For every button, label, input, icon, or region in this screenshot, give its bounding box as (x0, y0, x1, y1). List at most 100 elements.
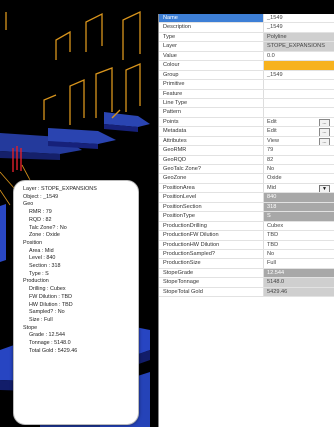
property-value-text: Edit (267, 128, 277, 135)
property-value[interactable]: View... (264, 137, 334, 146)
property-value-text: STOPE_EXPANSIONS (267, 43, 325, 50)
property-value[interactable]: 0.0 (264, 52, 334, 60)
property-row[interactable]: PositionType S (159, 212, 334, 222)
property-name: Name (159, 14, 264, 23)
ellipsis-button[interactable]: ... (319, 137, 330, 146)
property-value[interactable]: 5429.46 (264, 287, 334, 297)
property-name: Type (159, 32, 264, 42)
property-row[interactable]: GeoRMR 79 (159, 146, 334, 156)
tooltip-line: Tonnage : 5148.0 (29, 340, 71, 347)
property-row[interactable]: Description _1549 (159, 23, 334, 33)
tooltip-line: Sampled? : No (29, 309, 65, 316)
property-row[interactable]: Attributes View... (159, 136, 334, 147)
property-value[interactable]: Edit... (264, 118, 334, 127)
tooltip-line: RMR : 79 (29, 209, 52, 216)
property-value[interactable]: Cubex (264, 222, 334, 230)
property-row[interactable]: Group _1549 (159, 70, 334, 81)
property-name: ProductionSampled? (159, 249, 264, 259)
tooltip-line: FW Dilution : TBD (29, 293, 73, 300)
property-row[interactable]: Value 0.0 (159, 51, 334, 62)
property-value[interactable]: TBD (264, 231, 334, 239)
tooltip-line: Position (23, 239, 43, 246)
property-value-text: Mid (267, 184, 277, 191)
property-name: PositionType (159, 212, 264, 221)
property-name: GeoRMR (159, 146, 264, 155)
property-value-text: _1549 (267, 24, 283, 31)
property-value[interactable]: 79 (264, 146, 334, 154)
property-row[interactable]: ProductionSize Full (159, 259, 334, 269)
property-value[interactable]: No (264, 250, 334, 258)
chevron-down-icon[interactable]: ▼ (319, 184, 330, 193)
property-name: ProductionSize (159, 259, 264, 268)
property-value[interactable]: No (264, 165, 334, 173)
property-value-text: TBD (267, 232, 279, 239)
property-row[interactable]: Layer STOPE_EXPANSIONS (159, 42, 334, 52)
property-row[interactable]: Primitive (159, 80, 334, 90)
property-value[interactable]: TBD (264, 241, 334, 249)
property-row[interactable]: Colour (159, 61, 334, 71)
property-value[interactable]: _1549 (264, 71, 334, 79)
property-row[interactable]: PositionLevel 840 (159, 193, 334, 203)
property-row[interactable]: ProductionHW Dilution TBD (159, 240, 334, 250)
tooltip-line: Grade : 12.544 (29, 332, 65, 339)
ellipsis-button[interactable]: ... (319, 128, 330, 136)
property-row[interactable]: Feature (159, 89, 334, 99)
property-row[interactable]: ProductionDrilling Cubex (159, 221, 334, 232)
property-value[interactable]: 318 (264, 202, 334, 212)
property-value-text: TBD (267, 241, 279, 248)
property-name: StopeGrade (159, 268, 264, 278)
property-row[interactable]: Points Edit... (159, 117, 334, 128)
property-row[interactable]: Pattern (159, 108, 334, 118)
ellipsis-button[interactable]: ... (319, 118, 330, 127)
tooltip-line: Talc Zone? : No (29, 224, 67, 231)
tooltip-line: Zone : Oxide (29, 232, 60, 239)
property-row[interactable]: StopeTonnage 5148.0 (159, 278, 334, 288)
property-value[interactable]: Full (264, 259, 334, 267)
property-value[interactable] (264, 99, 334, 107)
property-value[interactable]: Polyline (264, 32, 334, 42)
property-value[interactable] (264, 61, 334, 70)
property-value[interactable] (264, 80, 334, 88)
property-value[interactable] (264, 90, 334, 98)
property-row[interactable]: Metadata Edit... (159, 127, 334, 137)
property-name: Feature (159, 89, 264, 98)
property-value[interactable]: STOPE_EXPANSIONS (264, 42, 334, 51)
property-value[interactable] (264, 108, 334, 116)
property-value[interactable]: _1549 (264, 23, 334, 31)
property-row[interactable]: GeoRQD 82 (159, 155, 334, 165)
property-row[interactable]: GeoTalc Zone? No (159, 165, 334, 175)
property-name: Attributes (159, 136, 264, 146)
property-name: GeoZone (159, 174, 264, 183)
property-value[interactable]: 12.544 (264, 268, 334, 278)
property-name: StopeTotal Gold (159, 287, 264, 297)
property-value-text: No (267, 166, 275, 172)
tooltip-line: Type : S (29, 270, 49, 277)
property-row[interactable]: ProductionSampled? No (159, 249, 334, 260)
property-name: PositionArea (159, 183, 264, 193)
property-row[interactable]: StopeGrade 12.544 (159, 268, 334, 279)
property-value-text: Polyline (267, 33, 287, 40)
property-value[interactable]: S (264, 212, 334, 221)
tooltip-line: HW Dilution : TBD (29, 301, 73, 308)
property-value-text: 318 (267, 203, 277, 210)
property-value[interactable]: Mid ▼ (264, 184, 334, 193)
property-value[interactable]: 5148.0 (264, 278, 334, 287)
property-row[interactable]: Name _1549 (159, 14, 334, 24)
property-value[interactable]: 840 (264, 193, 334, 202)
property-row[interactable]: Type Polyline (159, 32, 334, 43)
property-name: Colour (159, 61, 264, 70)
property-row[interactable]: Line Type (159, 98, 334, 109)
property-row[interactable]: ProductionFW Dilution TBD (159, 231, 334, 241)
property-row[interactable]: GeoZone Oxide (159, 174, 334, 184)
property-value[interactable]: Oxide (264, 174, 334, 182)
property-value-text: Full (267, 260, 277, 267)
property-value[interactable]: _1549 (264, 14, 334, 22)
property-row[interactable]: PositionArea Mid ▼ (159, 183, 334, 194)
properties-panel[interactable]: Name _1549 Description _1549 Type Polyline Lay… (158, 14, 334, 427)
property-row[interactable]: StopeTotal Gold 5429.46 (159, 287, 334, 298)
property-value[interactable]: 82 (264, 156, 334, 164)
property-value-text: 5148.0 (267, 279, 285, 286)
property-row[interactable]: PositionSection 318 (159, 202, 334, 213)
property-value[interactable]: Edit... (264, 127, 334, 136)
property-value-text: Edit (267, 118, 277, 125)
